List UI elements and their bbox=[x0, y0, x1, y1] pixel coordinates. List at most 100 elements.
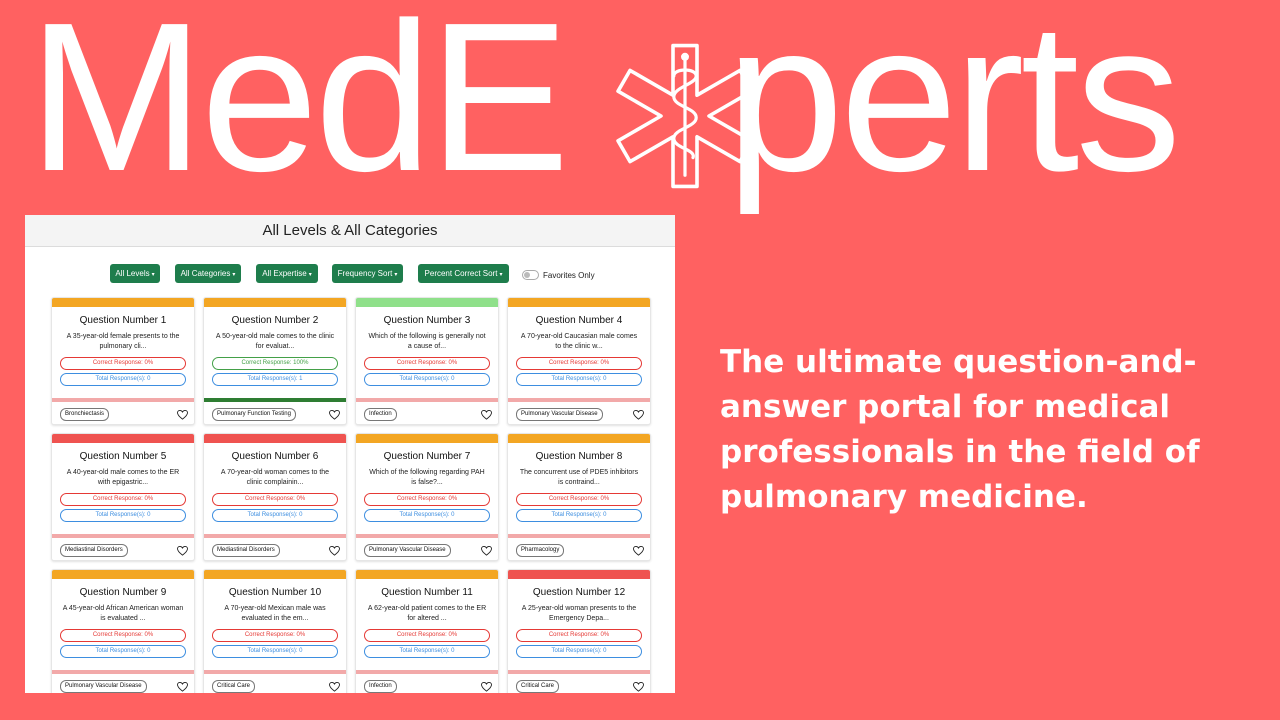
progress-bar bbox=[508, 398, 650, 402]
difficulty-stripe bbox=[508, 434, 650, 443]
question-excerpt: A 70-year-old Mexican male was evaluated… bbox=[224, 605, 326, 622]
correct-response-pill: Correct Response: 0% bbox=[212, 629, 338, 642]
difficulty-stripe bbox=[204, 570, 346, 579]
correct-response-pill: Correct Response: 0% bbox=[212, 493, 338, 506]
heart-icon[interactable] bbox=[177, 682, 188, 692]
category-tag[interactable]: Critical Care bbox=[516, 680, 560, 693]
heart-icon[interactable] bbox=[633, 682, 644, 692]
correct-response-pill: Correct Response: 0% bbox=[60, 629, 186, 642]
correct-response-pill: Correct Response: 0% bbox=[516, 493, 642, 506]
correct-response-pill: Correct Response: 0% bbox=[516, 629, 642, 642]
question-card[interactable]: Question Number 9 A 45-year-old African … bbox=[51, 569, 195, 693]
category-tag[interactable]: Critical Care bbox=[212, 680, 256, 693]
category-tag[interactable]: Pulmonary Vascular Disease bbox=[516, 408, 603, 421]
question-card[interactable]: Question Number 7 Which of the following… bbox=[355, 433, 499, 561]
expertise-dropdown-label: All Expertise bbox=[262, 269, 307, 278]
question-title: Question Number 4 bbox=[535, 315, 623, 326]
categories-dropdown[interactable]: All Categories ▾ bbox=[175, 264, 241, 283]
toggle-switch[interactable] bbox=[522, 270, 539, 280]
total-responses-pill: Total Response(s): 0 bbox=[212, 645, 338, 658]
question-excerpt: Which of the following regarding PAH is … bbox=[369, 469, 485, 486]
heart-icon[interactable] bbox=[481, 410, 492, 420]
frequency-sort-dropdown[interactable]: Frequency Sort ▾ bbox=[332, 264, 403, 283]
question-excerpt: Which of the following is generally not … bbox=[368, 333, 486, 350]
category-tag[interactable]: Infection bbox=[364, 408, 397, 421]
question-card[interactable]: Question Number 2 A 50-year-old male com… bbox=[203, 297, 347, 425]
question-card[interactable]: Question Number 12 A 25-year-old woman p… bbox=[507, 569, 651, 693]
difficulty-stripe bbox=[52, 570, 194, 579]
progress-bar bbox=[52, 670, 194, 674]
question-card[interactable]: Question Number 5 A 40-year-old male com… bbox=[51, 433, 195, 561]
difficulty-stripe bbox=[204, 434, 346, 443]
question-card[interactable]: Question Number 6 A 70-year-old woman co… bbox=[203, 433, 347, 561]
percent-correct-sort-dropdown[interactable]: Percent Correct Sort ▾ bbox=[418, 264, 509, 283]
expertise-dropdown[interactable]: All Expertise ▾ bbox=[256, 264, 318, 283]
difficulty-stripe bbox=[52, 434, 194, 443]
category-tag[interactable]: Infection bbox=[364, 680, 397, 693]
total-responses-pill: Total Response(s): 0 bbox=[60, 373, 186, 386]
question-card[interactable]: Question Number 10 A 70-year-old Mexican… bbox=[203, 569, 347, 693]
categories-dropdown-label: All Categories bbox=[180, 269, 231, 278]
total-responses-pill: Total Response(s): 0 bbox=[60, 645, 186, 658]
progress-bar bbox=[508, 534, 650, 538]
progress-bar bbox=[52, 534, 194, 538]
caret-down-icon: ▾ bbox=[499, 272, 503, 278]
progress-bar bbox=[508, 670, 650, 674]
total-responses-pill: Total Response(s): 0 bbox=[60, 509, 186, 522]
question-title: Question Number 6 bbox=[231, 451, 319, 462]
favorites-only-toggle[interactable]: Favorites Only bbox=[522, 268, 595, 282]
heart-icon[interactable] bbox=[329, 682, 340, 692]
question-card[interactable]: Question Number 3 Which of the following… bbox=[355, 297, 499, 425]
category-tag[interactable]: Mediastinal Disorders bbox=[60, 544, 128, 557]
difficulty-stripe bbox=[508, 570, 650, 579]
correct-response-pill: Correct Response: 0% bbox=[364, 629, 490, 642]
question-title: Question Number 10 bbox=[228, 587, 322, 598]
heart-icon[interactable] bbox=[329, 546, 340, 556]
question-title: Question Number 5 bbox=[79, 451, 167, 462]
correct-response-pill: Correct Response: 100% bbox=[212, 357, 338, 370]
levels-dropdown[interactable]: All Levels ▾ bbox=[110, 264, 160, 283]
category-tag[interactable]: Pulmonary Vascular Disease bbox=[60, 680, 147, 693]
levels-dropdown-label: All Levels bbox=[115, 269, 150, 278]
correct-response-pill: Correct Response: 0% bbox=[364, 357, 490, 370]
category-tag[interactable]: Pulmonary Function Testing bbox=[212, 408, 296, 421]
total-responses-pill: Total Response(s): 0 bbox=[516, 373, 642, 386]
total-responses-pill: Total Response(s): 0 bbox=[364, 645, 490, 658]
category-tag[interactable]: Pulmonary Vascular Disease bbox=[364, 544, 451, 557]
heart-icon[interactable] bbox=[633, 410, 644, 420]
percent-correct-sort-label: Percent Correct Sort bbox=[424, 269, 498, 278]
category-tag[interactable]: Bronchiectasis bbox=[60, 408, 110, 421]
question-title: Question Number 1 bbox=[79, 315, 167, 326]
caret-down-icon: ▾ bbox=[151, 272, 155, 278]
heart-icon[interactable] bbox=[177, 410, 188, 420]
total-responses-pill: Total Response(s): 0 bbox=[516, 645, 642, 658]
question-card[interactable]: Question Number 4 A 70-year-old Caucasia… bbox=[507, 297, 651, 425]
heart-icon[interactable] bbox=[633, 546, 644, 556]
question-card[interactable]: Question Number 1 A 35-year-old female p… bbox=[51, 297, 195, 425]
heart-icon[interactable] bbox=[481, 546, 492, 556]
category-tag[interactable]: Pharmacology bbox=[516, 544, 565, 557]
category-tag[interactable]: Mediastinal Disorders bbox=[212, 544, 280, 557]
page-title: All Levels & All Categories bbox=[25, 215, 675, 247]
question-card[interactable]: Question Number 8 The concurrent use of … bbox=[507, 433, 651, 561]
question-title: Question Number 7 bbox=[383, 451, 471, 462]
question-excerpt: A 70-year-old Caucasian male comes to th… bbox=[520, 333, 638, 350]
question-excerpt: A 40-year-old male comes to the ER with … bbox=[66, 469, 180, 486]
question-excerpt: A 70-year-old woman comes to the clinic … bbox=[220, 469, 330, 486]
total-responses-pill: Total Response(s): 0 bbox=[364, 373, 490, 386]
question-title: Question Number 12 bbox=[532, 587, 626, 598]
app-preview: All Levels & All Categories All Levels ▾ … bbox=[25, 215, 675, 693]
frequency-sort-label: Frequency Sort bbox=[337, 269, 393, 278]
heart-icon[interactable] bbox=[329, 410, 340, 420]
question-title: Question Number 3 bbox=[383, 315, 471, 326]
progress-bar bbox=[356, 534, 498, 538]
question-excerpt: A 35-year-old female presents to the pul… bbox=[66, 333, 180, 350]
question-title: Question Number 8 bbox=[535, 451, 623, 462]
favorites-only-label: Favorites Only bbox=[543, 270, 595, 280]
correct-response-pill: Correct Response: 0% bbox=[60, 357, 186, 370]
difficulty-stripe bbox=[356, 298, 498, 307]
heart-icon[interactable] bbox=[177, 546, 188, 556]
difficulty-stripe bbox=[204, 298, 346, 307]
heart-icon[interactable] bbox=[481, 682, 492, 692]
question-card[interactable]: Question Number 11 A 62-year-old patient… bbox=[355, 569, 499, 693]
